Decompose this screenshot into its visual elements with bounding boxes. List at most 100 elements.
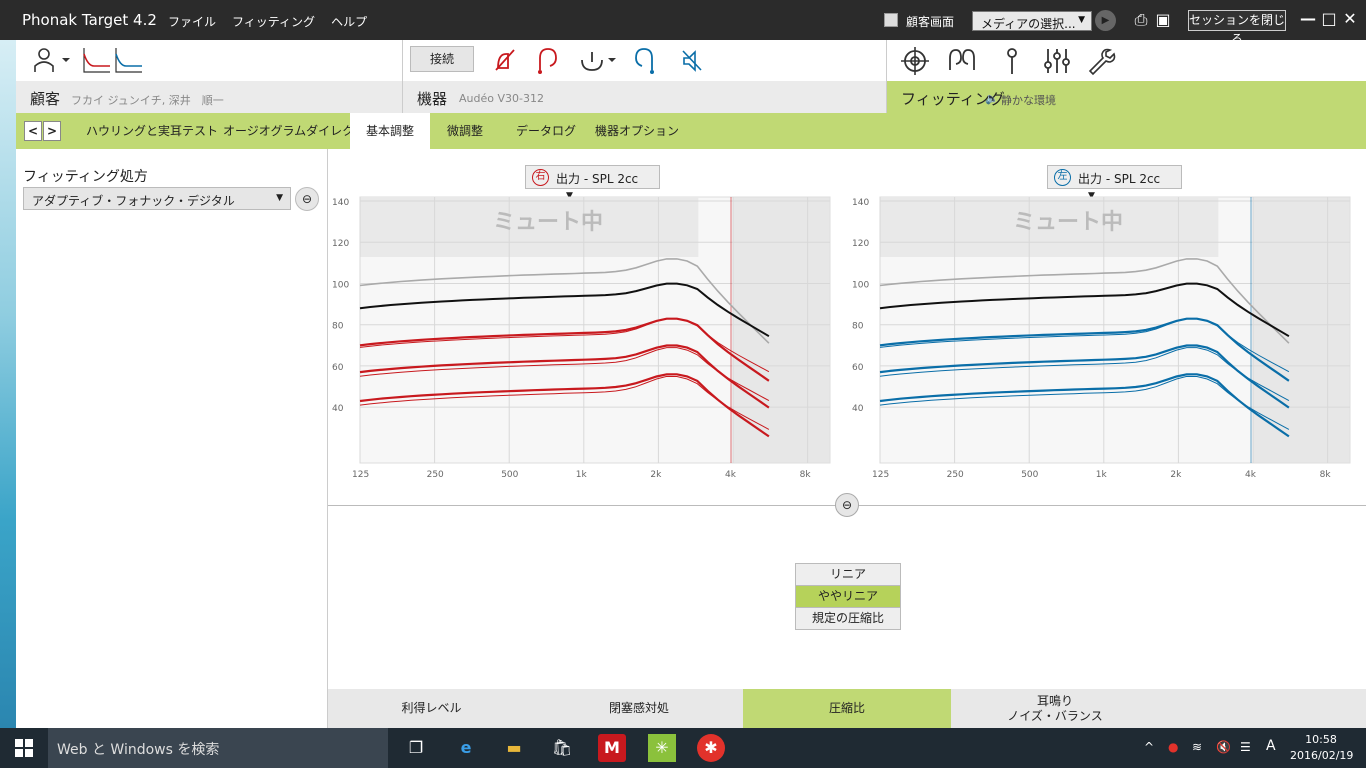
- x-tick-label: 1k: [576, 470, 588, 480]
- save-icon[interactable]: ▣: [1153, 10, 1173, 30]
- equalizer-icon[interactable]: [1042, 46, 1072, 76]
- tab-compression[interactable]: 圧縮比: [743, 689, 951, 728]
- y-tick-label: 40: [852, 404, 864, 414]
- program-name: 静かな環境: [1001, 94, 1056, 107]
- speaker-muted-left-icon[interactable]: [680, 48, 704, 74]
- upper-frequency-region: [1253, 197, 1350, 463]
- client-screen-checkbox[interactable]: [884, 13, 898, 27]
- noahlink-icon[interactable]: ✱: [697, 734, 725, 762]
- close-window-button[interactable]: ✕: [1341, 10, 1359, 28]
- device-bar[interactable]: 機器 Audéo V30-312: [403, 81, 886, 113]
- wrench-icon[interactable]: [1086, 46, 1116, 76]
- audiogram-left-icon[interactable]: [114, 46, 144, 76]
- task-view-icon[interactable]: ❐: [402, 734, 430, 762]
- action-center-icon[interactable]: ☰: [1240, 740, 1251, 754]
- compression-default[interactable]: 規定の圧縮比: [795, 607, 901, 630]
- compression-semi-linear[interactable]: ややリニア: [795, 585, 901, 608]
- left-graph-selector[interactable]: 左 出力 - SPL 2cc ▼: [1047, 165, 1182, 201]
- client-screen-label: 顧客画面: [906, 15, 955, 29]
- tab-fine-tuning[interactable]: 微調整: [431, 113, 499, 149]
- tab-global-tuning[interactable]: 基本調整: [350, 113, 431, 149]
- y-tick-label: 60: [332, 363, 344, 373]
- y-tick-label: 140: [332, 198, 349, 208]
- store-icon[interactable]: 🛍: [548, 734, 576, 762]
- menu-help[interactable]: ヘルプ: [331, 13, 367, 30]
- x-tick-label: 250: [427, 470, 444, 480]
- remote-control-icon[interactable]: [578, 46, 618, 76]
- tab-occlusion[interactable]: 閉塞感対処: [535, 689, 743, 728]
- play-button[interactable]: ▶: [1095, 10, 1116, 31]
- clock-time: 10:58: [1305, 733, 1337, 746]
- y-tick-label: 40: [332, 404, 344, 414]
- compression-options: リニア ややリニア 規定の圧縮比: [795, 563, 901, 630]
- link-icon[interactable]: ⊖: [835, 493, 859, 517]
- tab-gain-level[interactable]: 利得レベル: [328, 689, 535, 728]
- print-icon[interactable]: ⎙: [1131, 10, 1151, 30]
- menu-file[interactable]: ファイル: [168, 13, 216, 30]
- volume-muted-icon[interactable]: 🔇: [1216, 740, 1231, 754]
- chevron-down-icon: ▼: [1078, 15, 1085, 25]
- minimize-button[interactable]: —: [1299, 10, 1317, 28]
- x-tick-label: 125: [872, 470, 889, 480]
- x-tick-label: 8k: [1320, 470, 1332, 480]
- taskbar-search-input[interactable]: Web と Windows を検索: [48, 728, 388, 768]
- hearing-aid-muted-right-icon[interactable]: [494, 48, 518, 74]
- left-output-graph[interactable]: 140 120 100 80 60 40 125 250 500 1k 2k 4k 8k ミュート中: [848, 189, 1358, 489]
- y-tick-label: 120: [332, 239, 349, 249]
- wifi-icon[interactable]: ≋: [1192, 740, 1202, 754]
- target-icon[interactable]: [900, 46, 930, 76]
- chevron-up-icon[interactable]: ^: [1144, 740, 1154, 754]
- tab-device-options[interactable]: 機器オプション: [579, 113, 695, 149]
- next-button[interactable]: >: [43, 121, 61, 141]
- right-output-graph[interactable]: 140 120 100 80 60 40 125 250 500 1k 2k 4k 8k ミュート中: [328, 189, 838, 489]
- client-bar[interactable]: 顧客 フカイ ジュンイチ, 深井 順一: [16, 81, 402, 113]
- maximize-button[interactable]: □: [1320, 10, 1338, 28]
- fitting-formula-select[interactable]: アダプティブ・フォナック・デジタル ▼: [23, 187, 291, 210]
- x-tick-label: 250: [947, 470, 964, 480]
- y-tick-label: 120: [852, 239, 869, 249]
- client-label: 顧客: [30, 90, 61, 108]
- hearing-aid-left-icon[interactable]: [630, 46, 660, 76]
- link-icon[interactable]: ⊖: [295, 187, 319, 211]
- right-side-badge: 右: [532, 169, 549, 186]
- graph-area: 右 出力 - SPL 2cc ▼ 左 出力 - SPL 2cc ▼ 140 120…: [328, 149, 1366, 689]
- muted-overlay-label: ミュート中: [493, 210, 603, 235]
- edge-browser-icon[interactable]: e: [452, 734, 480, 762]
- x-tick-label: 8k: [800, 470, 812, 480]
- windows-start-icon[interactable]: [14, 738, 34, 758]
- speaker-icon: 🔈: [985, 92, 999, 105]
- client-icon[interactable]: [32, 46, 72, 76]
- media-select[interactable]: メディアの選択... ▼: [972, 11, 1092, 31]
- prev-button[interactable]: <: [24, 121, 42, 141]
- x-tick-label: 125: [352, 470, 369, 480]
- fitting-bar[interactable]: フィッティング 🔈 静かな環境: [887, 81, 1366, 113]
- client-name: フカイ ジュンイチ, 深井 順一: [71, 94, 224, 107]
- upper-frequency-region: [733, 197, 830, 463]
- security-tray-icon[interactable]: ●: [1168, 740, 1178, 754]
- tab-bar: < > ハウリングと実耳テスト オージオグラムダイレクト 基本調整 微調整 デー…: [16, 113, 1366, 149]
- x-tick-label: 500: [501, 470, 518, 480]
- mcafee-icon[interactable]: M: [598, 734, 626, 762]
- x-tick-label: 4k: [1245, 470, 1257, 480]
- phonak-target-icon[interactable]: ✳: [648, 734, 676, 762]
- audiogram-right-icon[interactable]: [82, 46, 112, 76]
- left-graph-selector-value: 出力 - SPL 2cc: [1078, 172, 1161, 186]
- file-explorer-icon[interactable]: ▬: [500, 734, 528, 762]
- compression-linear[interactable]: リニア: [795, 563, 901, 586]
- x-tick-label: 2k: [1170, 470, 1182, 480]
- close-session-button[interactable]: セッションを閉じる: [1188, 10, 1286, 46]
- hearing-aid-right-icon[interactable]: [532, 46, 562, 76]
- ears-icon[interactable]: [944, 46, 980, 76]
- y-tick-label: 100: [332, 280, 349, 290]
- clock[interactable]: 10:58 2016/02/19: [1290, 732, 1353, 764]
- fitting-formula-title: フィッティング処方: [23, 169, 148, 185]
- microphone-icon[interactable]: [1002, 46, 1022, 76]
- connect-button[interactable]: 接続: [410, 46, 474, 72]
- device-label: 機器: [417, 90, 448, 108]
- tab-tinnitus-balance[interactable]: 耳鳴り ノイズ・バランス: [951, 689, 1159, 728]
- menu-fitting[interactable]: フィッティング: [232, 13, 315, 30]
- right-graph-selector[interactable]: 右 出力 - SPL 2cc ▼: [525, 165, 660, 201]
- ime-indicator[interactable]: A: [1266, 738, 1276, 754]
- x-tick-label: 500: [1021, 470, 1038, 480]
- taskbar: Web と Windows を検索 ❐ e ▬ 🛍 M ✳ ✱ ^ ● ≋ 🔇 …: [0, 728, 1366, 768]
